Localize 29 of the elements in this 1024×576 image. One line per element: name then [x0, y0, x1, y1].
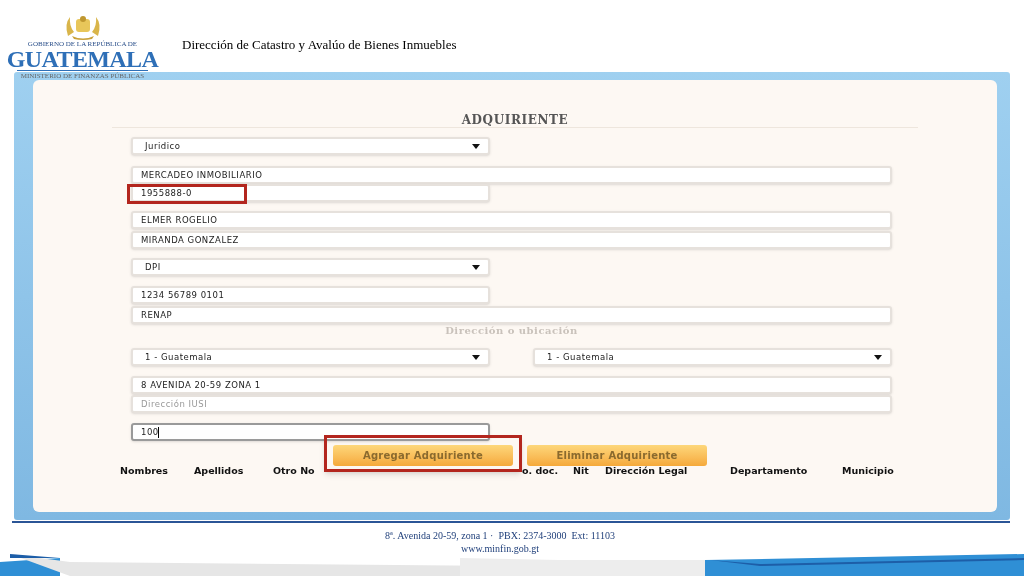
- input-field[interactable]: MIRANDA GONZALEZ: [131, 231, 892, 249]
- column-header: Dirección Legal: [605, 464, 688, 478]
- header-title: Dirección de Catastro y Avalúo de Bienes Inmuebles: [182, 36, 457, 54]
- input-field[interactable]: RENAP: [131, 306, 892, 324]
- section-label: Dirección o ubicación: [445, 325, 578, 337]
- form-title: ADQUIRIENTE: [461, 113, 569, 127]
- dropdown[interactable]: DPI: [131, 258, 490, 276]
- input-field[interactable]: 1234 56789 0101: [131, 286, 490, 304]
- dropdown-caret-icon: [472, 354, 480, 360]
- column-header: Nombres: [120, 464, 168, 478]
- input-field[interactable]: ELMER ROGELIO: [131, 211, 892, 229]
- column-header: Municipio: [842, 464, 894, 478]
- footer-website: www.minfin.gob.gt: [461, 542, 539, 555]
- column-header: Departamento: [730, 464, 808, 478]
- column-header: Nit: [573, 464, 589, 478]
- column-header: Apellidos: [194, 464, 244, 478]
- column-header: o. doc.: [522, 464, 558, 478]
- dropdown[interactable]: 1 - Guatemala: [131, 348, 490, 366]
- input-field[interactable]: MERCADEO INMOBILIARIO: [131, 166, 892, 184]
- column-header: Otro No: [273, 464, 315, 478]
- input-field[interactable]: 8 AVENIDA 20-59 ZONA 1: [131, 376, 892, 394]
- dropdown-caret-icon: [472, 264, 480, 270]
- footer-address: 8ª. Avenida 20-59, zona 1 · PBX: 2374-3000 Ext: 11103: [385, 529, 615, 542]
- dropdown[interactable]: 1 - Guatemala: [533, 348, 892, 366]
- dropdown[interactable]: Juridico: [131, 137, 490, 155]
- logo-wordmark: GUATEMALA: [6, 48, 159, 70]
- dropdown-caret-icon: [472, 143, 480, 149]
- dropdown-caret-icon: [874, 354, 882, 360]
- input-field[interactable]: 100: [131, 423, 490, 441]
